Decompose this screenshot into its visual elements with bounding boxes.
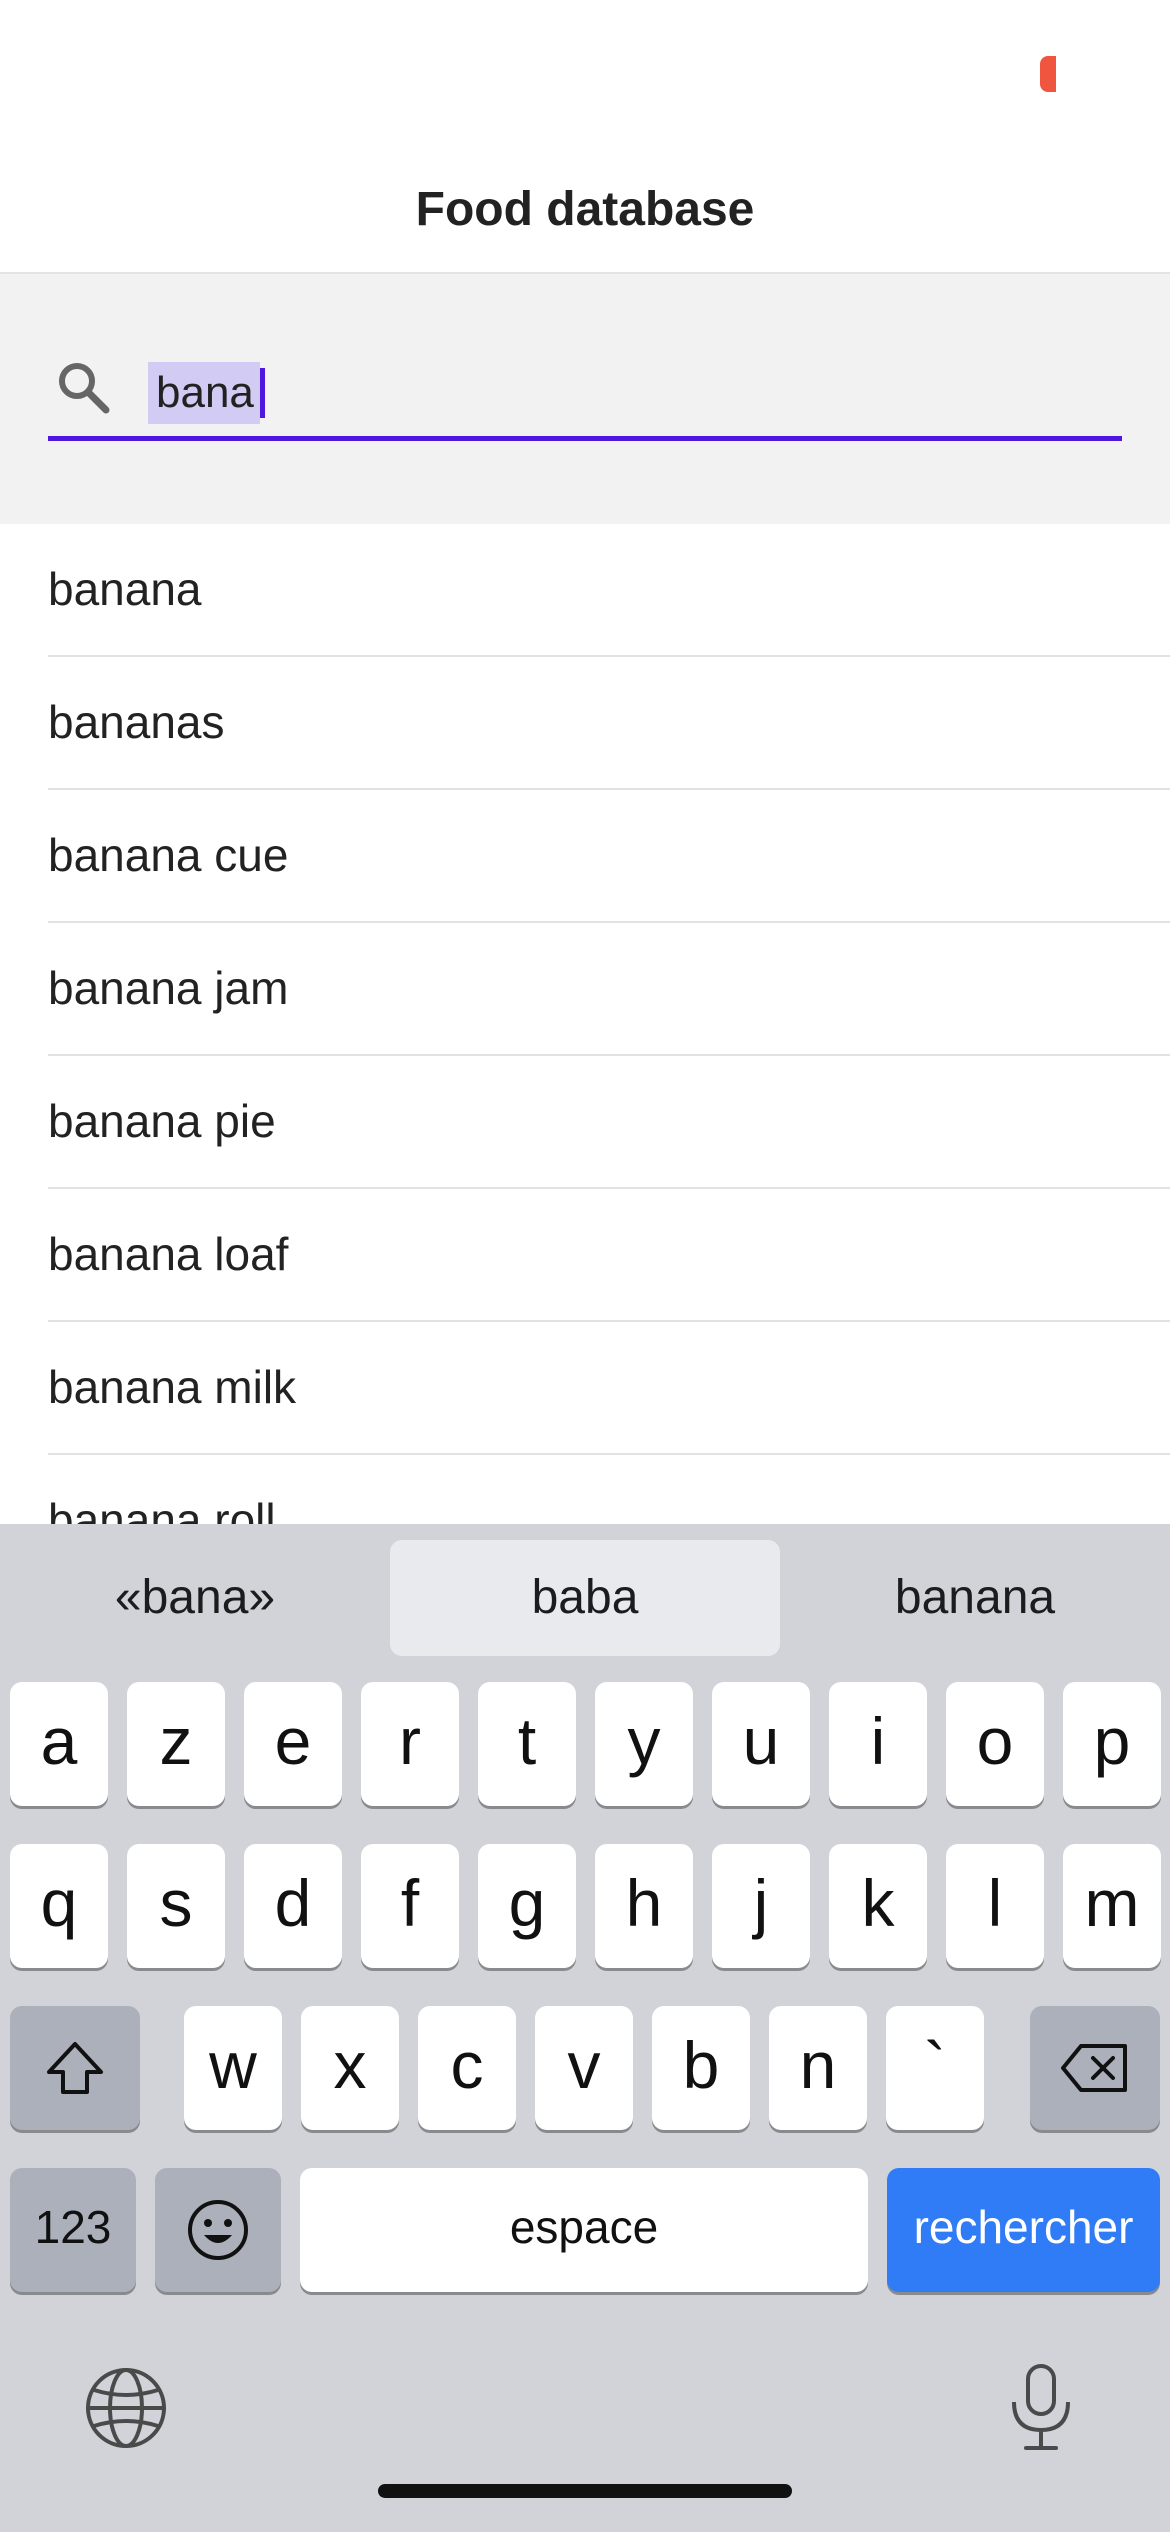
list-item-label: banana pie [48, 1095, 276, 1147]
backspace-icon [1061, 2044, 1127, 2092]
key[interactable]: r [361, 1682, 459, 1806]
list-item-label: bananas [48, 696, 225, 748]
key[interactable]: x [301, 2006, 399, 2130]
suggestion-bar: «bana» baba banana [0, 1540, 1170, 1656]
key[interactable]: k [829, 1844, 927, 1968]
shift-key[interactable] [10, 2006, 140, 2130]
key[interactable]: o [946, 1682, 1044, 1806]
key[interactable]: n [769, 2006, 867, 2130]
globe-icon[interactable] [84, 2366, 168, 2450]
key[interactable]: e [244, 1682, 342, 1806]
key[interactable]: j [712, 1844, 810, 1968]
key[interactable]: t [478, 1682, 576, 1806]
key[interactable]: ` [886, 2006, 984, 2130]
key[interactable]: i [829, 1682, 927, 1806]
search-icon [59, 363, 110, 414]
key[interactable]: g [478, 1844, 576, 1968]
results-list: banana bananas banana cue banana jam ban… [0, 524, 1170, 1524]
key[interactable]: u [712, 1682, 810, 1806]
key[interactable]: h [595, 1844, 693, 1968]
key[interactable]: v [535, 2006, 633, 2130]
key[interactable]: z [127, 1682, 225, 1806]
list-item[interactable]: banana cue [48, 790, 1170, 923]
list-item-label: banana [48, 563, 202, 615]
list-item[interactable]: banana jam [48, 923, 1170, 1056]
numbers-key[interactable]: 123 [10, 2168, 136, 2292]
key[interactable]: s [127, 1844, 225, 1968]
space-key[interactable]: espace [300, 2168, 868, 2292]
battery-indicator [1040, 56, 1056, 92]
key[interactable]: d [244, 1844, 342, 1968]
key[interactable]: w [184, 2006, 282, 2130]
list-item-label: banana milk [48, 1361, 297, 1413]
search-input[interactable]: bana [48, 344, 1122, 441]
key[interactable]: q [10, 1844, 108, 1968]
list-item[interactable]: banana [48, 524, 1170, 657]
home-indicator [378, 2484, 792, 2498]
list-item[interactable]: banana pie [48, 1056, 1170, 1189]
delete-key[interactable] [1030, 2006, 1160, 2130]
key[interactable]: a [10, 1682, 108, 1806]
suggestion-literal[interactable]: «bana» [0, 1540, 390, 1656]
list-item[interactable]: banana milk [48, 1322, 1170, 1455]
list-item[interactable]: banana loaf [48, 1189, 1170, 1322]
shift-icon [47, 2042, 103, 2094]
suggestion-selected[interactable]: baba [390, 1540, 780, 1656]
nav-header: Food database [0, 140, 1170, 274]
suggestion-option[interactable]: banana [780, 1540, 1170, 1656]
status-bar [0, 0, 1170, 140]
emoji-key[interactable] [155, 2168, 281, 2292]
search-area: bana [0, 274, 1170, 524]
page-title: Food database [415, 183, 755, 236]
search-value: bana [148, 362, 260, 424]
key[interactable]: f [361, 1844, 459, 1968]
list-item[interactable]: banana roll [48, 1455, 1170, 1524]
key[interactable]: y [595, 1682, 693, 1806]
key[interactable]: b [652, 2006, 750, 2130]
list-item-label: banana jam [48, 962, 289, 1014]
key[interactable]: c [418, 2006, 516, 2130]
text-caret [260, 368, 265, 418]
list-item-label: banana cue [48, 829, 289, 881]
emoji-icon [188, 2200, 248, 2260]
key[interactable]: m [1063, 1844, 1161, 1968]
keyboard: «bana» baba banana a z e r t y u i o p q… [0, 1524, 1170, 2532]
list-item-label: banana loaf [48, 1228, 289, 1280]
list-item[interactable]: bananas [48, 657, 1170, 790]
list-item-label: banana roll [48, 1494, 276, 1524]
key[interactable]: p [1063, 1682, 1161, 1806]
search-key[interactable]: rechercher [887, 2168, 1160, 2292]
microphone-icon[interactable] [1006, 2362, 1076, 2454]
key[interactable]: l [946, 1844, 1044, 1968]
